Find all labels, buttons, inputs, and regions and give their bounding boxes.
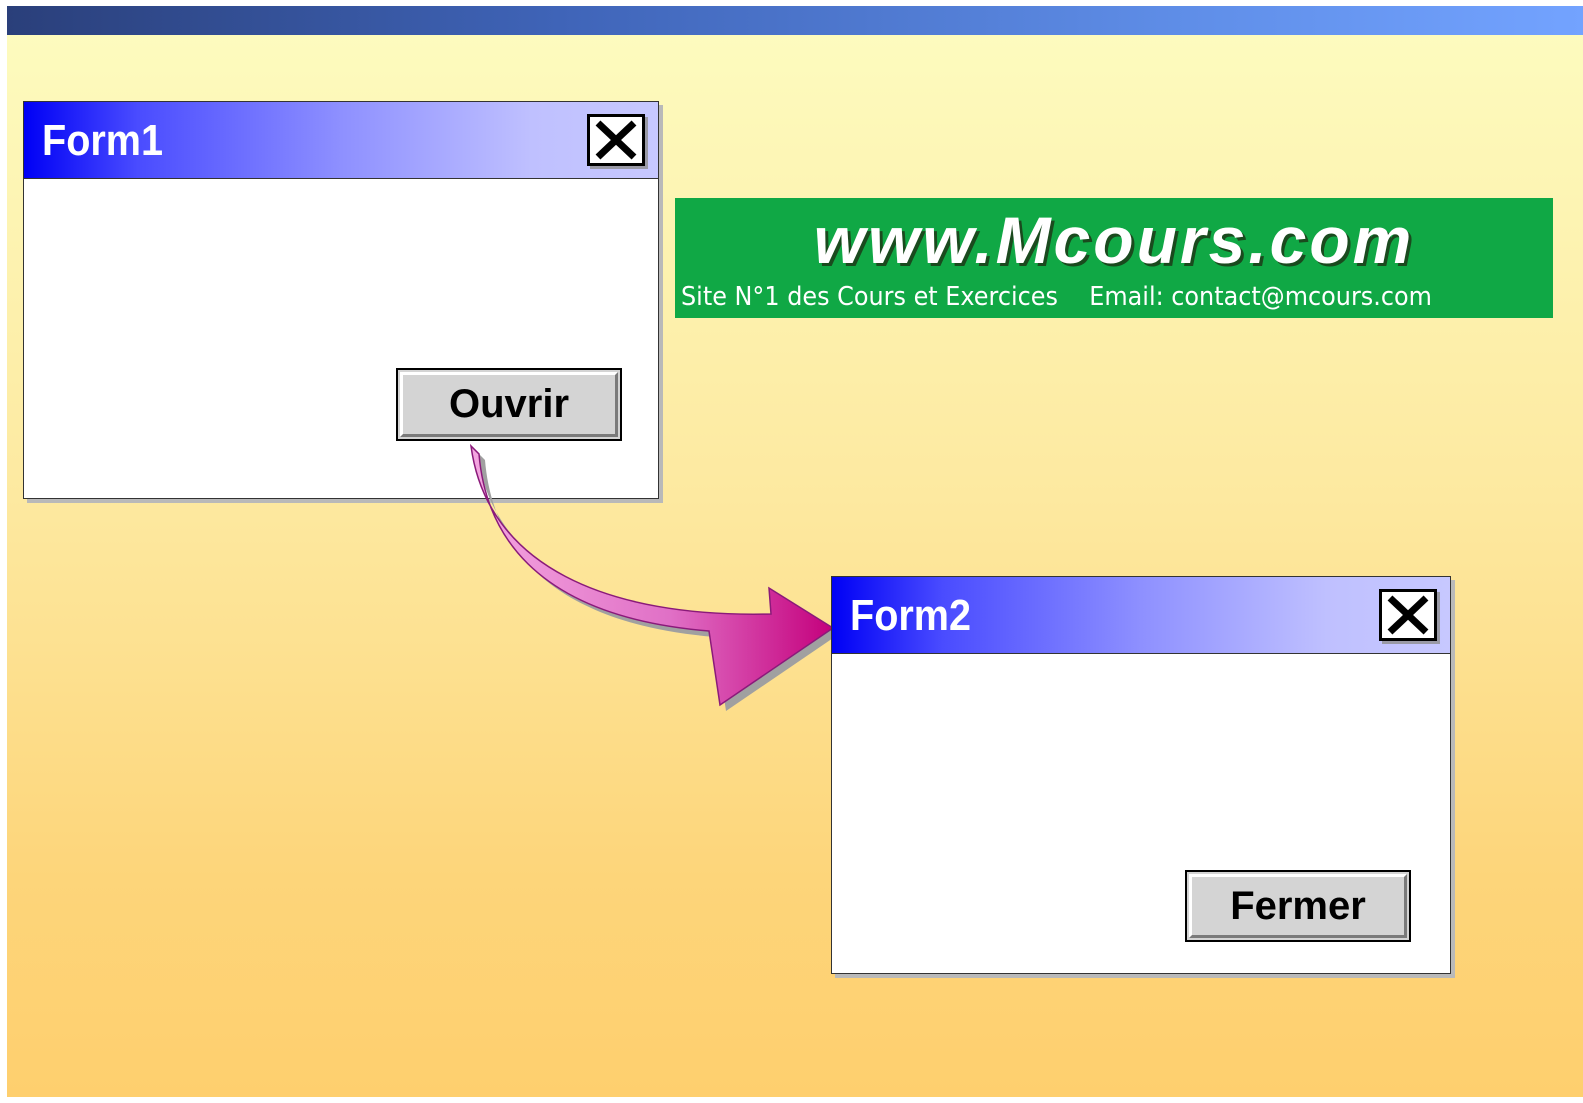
- form1-body: [24, 182, 658, 498]
- form1-titlebar[interactable]: Form1: [24, 102, 658, 179]
- top-bar: [7, 6, 1583, 35]
- close-icon[interactable]: [1379, 589, 1437, 641]
- slide: Form1 Ouvrir www.Mcours.com Site N°1 des…: [7, 6, 1583, 1097]
- fermer-button-label: Fermer: [1230, 883, 1366, 928]
- ouvrir-button[interactable]: Ouvrir: [396, 368, 622, 441]
- form2-title: Form2: [850, 591, 972, 640]
- close-icon[interactable]: [587, 114, 645, 166]
- form1-title: Form1: [42, 116, 164, 165]
- ouvrir-button-label: Ouvrir: [448, 382, 570, 426]
- banner-subtitle: Site N°1 des Cours et Exercices Email: co…: [681, 282, 1432, 312]
- form1-window: Form1 Ouvrir: [23, 101, 659, 499]
- banner-title: www.Mcours.com: [813, 203, 1415, 277]
- banner-email: Email: contact@mcours.com: [1089, 282, 1432, 312]
- fermer-button[interactable]: Fermer: [1185, 870, 1411, 942]
- mcours-banner[interactable]: www.Mcours.com Site N°1 des Cours et Exe…: [675, 198, 1553, 318]
- form2-window: Form2 Fermer: [831, 576, 1451, 974]
- banner-tagline: Site N°1 des Cours et Exercices: [681, 282, 1058, 312]
- form2-titlebar[interactable]: Form2: [832, 577, 1450, 654]
